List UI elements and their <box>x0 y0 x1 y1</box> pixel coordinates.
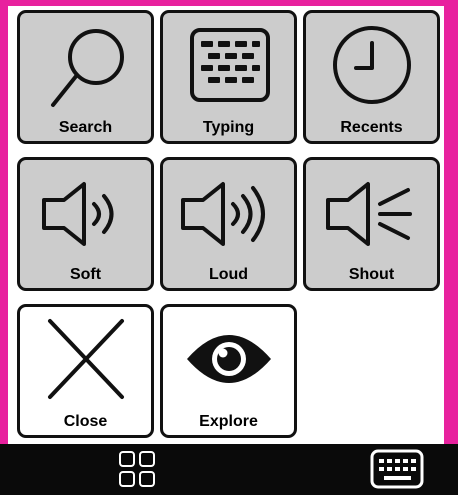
keyboard-icon <box>370 449 424 489</box>
speaker-shout-icon <box>306 160 437 264</box>
grid-icon <box>119 451 155 487</box>
soft-label: Soft <box>69 266 102 283</box>
eye-icon <box>163 307 294 411</box>
explore-tile[interactable]: Explore <box>160 304 297 438</box>
frame-border-left <box>0 0 8 444</box>
shout-label: Shout <box>348 266 395 283</box>
typing-label: Typing <box>202 119 255 136</box>
close-x-icon <box>20 307 151 411</box>
keyboard-icon <box>163 13 294 117</box>
soft-tile[interactable]: Soft <box>17 157 154 291</box>
speaker-loud-icon <box>163 160 294 264</box>
close-tile[interactable]: Close <box>17 304 154 438</box>
explore-label: Explore <box>199 413 258 430</box>
recents-label: Recents <box>340 119 403 136</box>
search-icon <box>20 13 151 117</box>
frame-border-right <box>444 0 458 444</box>
search-label: Search <box>58 119 113 136</box>
recents-tile[interactable]: Recents <box>303 10 440 144</box>
typing-tile[interactable]: Typing <box>160 10 297 144</box>
loud-tile[interactable]: Loud <box>160 157 297 291</box>
speaker-soft-icon <box>20 160 151 264</box>
keyboard-button[interactable] <box>356 444 436 495</box>
search-tile[interactable]: Search <box>17 10 154 144</box>
grid-view-button[interactable] <box>100 444 176 495</box>
tile-panel: Search Typing Recents Soft Loud Shout Cl… <box>8 6 444 444</box>
close-label: Close <box>63 413 108 430</box>
clock-icon <box>306 13 437 117</box>
shout-tile[interactable]: Shout <box>303 157 440 291</box>
loud-label: Loud <box>208 266 249 283</box>
bottom-toolbar <box>0 444 458 495</box>
